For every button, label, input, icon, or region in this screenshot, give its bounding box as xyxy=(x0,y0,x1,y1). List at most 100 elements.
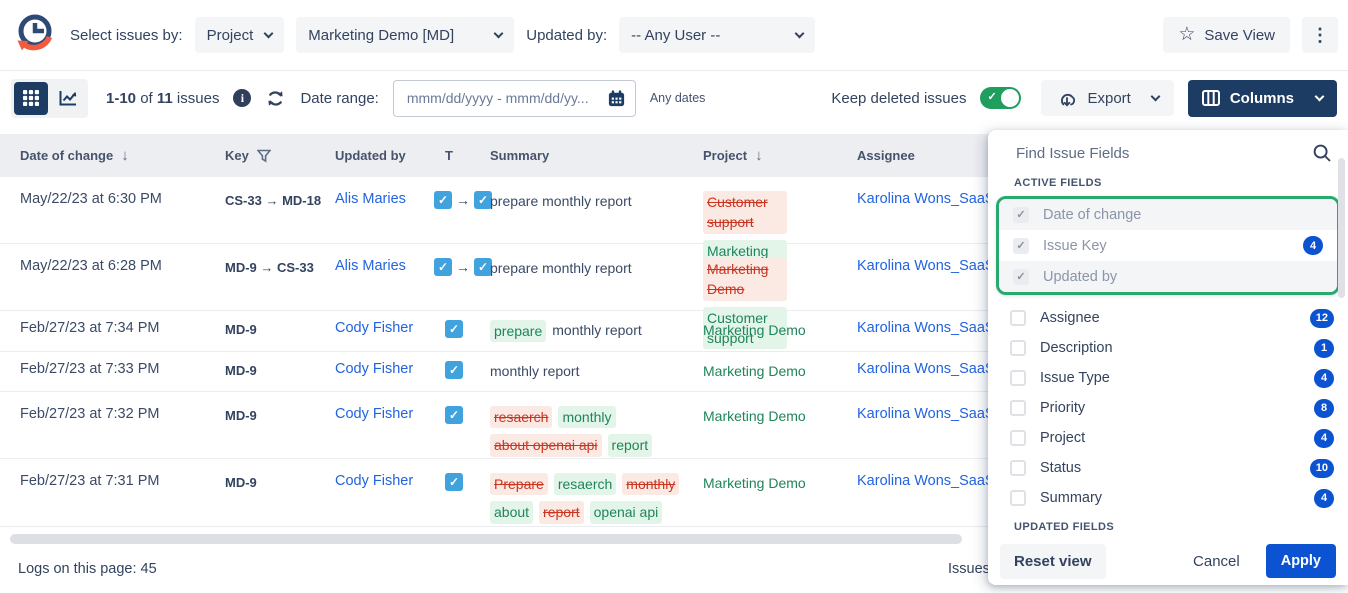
save-view-button[interactable]: ☆ Save View xyxy=(1163,17,1290,53)
cell-issue-key: MD-9 xyxy=(225,406,335,423)
checkbox-unchecked-icon[interactable] xyxy=(1010,460,1026,476)
field-label: Issue Key xyxy=(1043,238,1107,254)
refresh-button[interactable] xyxy=(265,88,286,109)
column-header-key[interactable]: Key xyxy=(225,148,335,163)
checkbox-unchecked-icon[interactable] xyxy=(1010,310,1026,326)
panel-scrollbar[interactable] xyxy=(1338,158,1345,298)
column-header-updated-by[interactable]: Updated by xyxy=(335,148,445,163)
column-header-type[interactable]: T xyxy=(445,148,490,163)
export-label: Export xyxy=(1087,90,1130,107)
export-button[interactable]: Export xyxy=(1041,80,1173,116)
text-segment-added: about xyxy=(490,501,533,523)
refresh-icon xyxy=(265,88,286,109)
column-label: Date of change xyxy=(20,148,113,163)
logs-count: 45 xyxy=(141,561,157,577)
updated-by-link[interactable]: Cody Fisher xyxy=(335,473,413,489)
updated-by-link[interactable]: Alis Maries xyxy=(335,191,406,207)
select-issues-by-label: Select issues by: xyxy=(70,27,183,44)
assignee-link[interactable]: Karolina Wons_SaaSJ xyxy=(857,361,1002,377)
text-segment-plain: prepare monthly report xyxy=(490,191,632,211)
project-value: Marketing Demo [MD] xyxy=(308,27,454,44)
transition-arrow-icon: → xyxy=(456,192,470,208)
field-item-assignee[interactable]: Assignee 12 xyxy=(988,303,1348,333)
issues-per-page-label: Issues xyxy=(948,561,990,577)
checkbox-unchecked-icon[interactable] xyxy=(1010,400,1026,416)
columns-button[interactable]: Columns xyxy=(1188,80,1337,117)
field-item-description[interactable]: Description 1 xyxy=(988,333,1348,363)
assignee-link[interactable]: Karolina Wons_SaaSJ xyxy=(857,258,1002,274)
field-item-issue-type[interactable]: Issue Type 4 xyxy=(988,363,1348,393)
cell-date-of-change: Feb/27/23 at 7:31 PM xyxy=(0,473,225,489)
date-range-label: Date range: xyxy=(300,90,378,107)
text-segment-green: Marketing Demo xyxy=(703,473,806,493)
cloud-download-icon xyxy=(1056,89,1078,108)
grid-view-button[interactable] xyxy=(14,82,48,115)
count-of: of xyxy=(140,90,153,107)
keep-deleted-toggle[interactable]: ✓ xyxy=(980,87,1021,109)
field-label: Description xyxy=(1040,340,1113,356)
cell-summary: preparemonthly report xyxy=(490,320,703,348)
funnel-filter-icon[interactable] xyxy=(257,149,271,163)
field-item-summary[interactable]: Summary 4 xyxy=(988,483,1348,513)
cell-date-of-change: May/22/23 at 6:28 PM xyxy=(0,258,225,274)
updated-by-link[interactable]: Cody Fisher xyxy=(335,320,413,336)
any-dates-label: Any dates xyxy=(650,91,706,105)
date-range-input[interactable] xyxy=(405,89,601,107)
text-segment-green: Marketing Demo xyxy=(703,406,806,426)
columns-label: Columns xyxy=(1230,90,1294,107)
updated-by-dropdown[interactable]: -- Any User -- xyxy=(619,17,815,53)
calendar-icon[interactable] xyxy=(607,89,626,108)
checkbox-unchecked-icon[interactable] xyxy=(1010,370,1026,386)
updated-by-link[interactable]: Cody Fisher xyxy=(335,361,413,377)
cancel-button[interactable]: Cancel xyxy=(1187,552,1246,571)
more-menu-button[interactable]: ⋮ xyxy=(1302,17,1338,53)
checkbox-unchecked-icon[interactable] xyxy=(1010,490,1026,506)
horizontal-scrollbar[interactable] xyxy=(10,534,962,544)
assignee-link[interactable]: Karolina Wons_SaaSJ xyxy=(857,473,1002,489)
column-header-date-of-change[interactable]: Date of change ↓ xyxy=(0,147,225,164)
field-item-project[interactable]: Project 4 xyxy=(988,423,1348,453)
field-item-priority[interactable]: Priority 8 xyxy=(988,393,1348,423)
view-toggle xyxy=(11,79,88,118)
checkbox-checked-icon: ✓ xyxy=(434,258,452,276)
updated-by-link[interactable]: Cody Fisher xyxy=(335,406,413,422)
updated-by-link[interactable]: Alis Maries xyxy=(335,258,406,274)
field-item-date-of-change[interactable]: ✓ Date of change xyxy=(999,199,1337,230)
checkbox-unchecked-icon[interactable] xyxy=(1010,340,1026,356)
assignee-link[interactable]: Karolina Wons_SaaSJ xyxy=(857,406,1002,422)
apply-button[interactable]: Apply xyxy=(1266,544,1336,578)
column-header-project[interactable]: Project ↓ xyxy=(703,147,857,164)
field-count-badge: 4 xyxy=(1314,429,1334,448)
info-icon[interactable]: i xyxy=(233,89,251,107)
chevron-down-icon xyxy=(1150,91,1160,101)
assignee-link[interactable]: Karolina Wons_SaaSJ xyxy=(857,320,1002,336)
text-segment-removed: resaerch xyxy=(490,406,552,428)
column-header-summary[interactable]: Summary xyxy=(490,148,703,163)
find-fields-input[interactable] xyxy=(1014,144,1302,163)
toggle-knob xyxy=(1001,89,1019,107)
reset-view-button[interactable]: Reset view xyxy=(1000,544,1106,579)
transition-arrow-icon: → xyxy=(456,259,470,275)
field-item-status[interactable]: Status 10 xyxy=(988,453,1348,483)
available-fields-list: Assignee 12 Description 1 Issue Type 4 P… xyxy=(988,303,1348,513)
assignee-link[interactable]: Karolina Wons_SaaSJ xyxy=(857,191,1002,207)
field-label: Project xyxy=(1040,430,1085,446)
field-label: Assignee xyxy=(1040,310,1100,326)
issues-count: 1-10 of 11 issues xyxy=(106,90,219,107)
field-item-issue-key[interactable]: ✓ Issue Key 4 xyxy=(999,230,1337,261)
text-segment-green: Marketing Demo xyxy=(703,361,806,381)
project-dropdown[interactable]: Marketing Demo [MD] xyxy=(296,17,514,53)
cell-date-of-change: Feb/27/23 at 7:33 PM xyxy=(0,361,225,377)
chart-view-button[interactable] xyxy=(51,82,85,115)
cell-issue-key: MD-9 → CS-33 xyxy=(225,258,335,275)
chart-view-icon xyxy=(59,90,77,106)
arrow-down-icon: ↓ xyxy=(755,147,763,164)
column-label: Project xyxy=(703,148,747,163)
select-by-dropdown[interactable]: Project xyxy=(195,17,285,53)
text-segment-added: prepare xyxy=(490,320,546,342)
chevron-down-icon xyxy=(795,28,805,38)
checkbox-unchecked-icon[interactable] xyxy=(1010,430,1026,446)
cell-summary: prepare monthly report xyxy=(490,258,703,284)
field-item-updated-by[interactable]: ✓ Updated by xyxy=(999,261,1337,292)
cell-date-of-change: Feb/27/23 at 7:32 PM xyxy=(0,406,225,422)
